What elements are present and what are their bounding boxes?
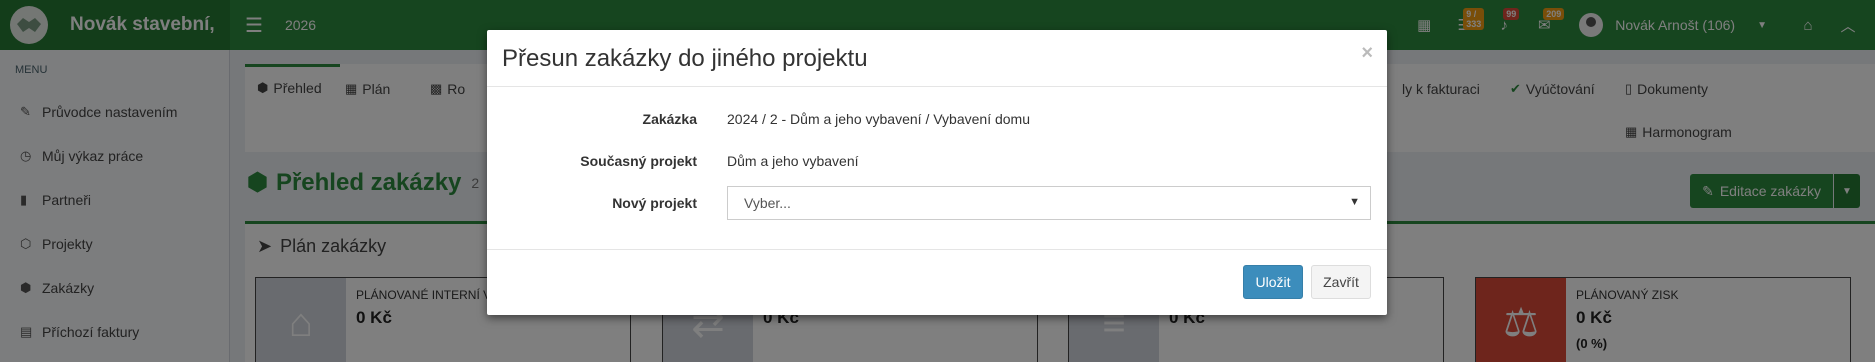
modal-title: Přesun zakázky do jiného projektu: [502, 45, 868, 72]
new-project-select[interactable]: Vyber... ▼: [727, 186, 1371, 220]
form-row-current-project: Současný projekt Dům a jeho vybavení: [487, 144, 1387, 178]
order-value: 2024 / 2 - Dům a jeho vybavení / Vybaven…: [727, 111, 1030, 127]
order-label: Zakázka: [642, 111, 697, 127]
modal-header: Přesun zakázky do jiného projektu ×: [487, 30, 1387, 87]
modal-footer: Uložit Zavřít: [487, 250, 1387, 314]
form-row-new-project: Nový projekt Vyber... ▼: [487, 186, 1387, 220]
chevron-down-icon: ▼: [1349, 196, 1360, 208]
save-button[interactable]: Uložit: [1243, 265, 1303, 299]
move-order-modal: Přesun zakázky do jiného projektu × Zaká…: [487, 30, 1387, 315]
current-project-value: Dům a jeho vybavení: [727, 153, 859, 169]
current-project-label: Současný projekt: [580, 153, 697, 169]
new-project-label: Nový projekt: [612, 195, 697, 211]
close-icon[interactable]: ×: [1361, 42, 1373, 65]
form-row-order: Zakázka 2024 / 2 - Dům a jeho vybavení /…: [487, 102, 1387, 136]
close-button[interactable]: Zavřít: [1311, 265, 1371, 299]
modal-body: Zakázka 2024 / 2 - Dům a jeho vybavení /…: [487, 87, 1387, 250]
new-project-select-value: Vyber...: [744, 195, 791, 211]
